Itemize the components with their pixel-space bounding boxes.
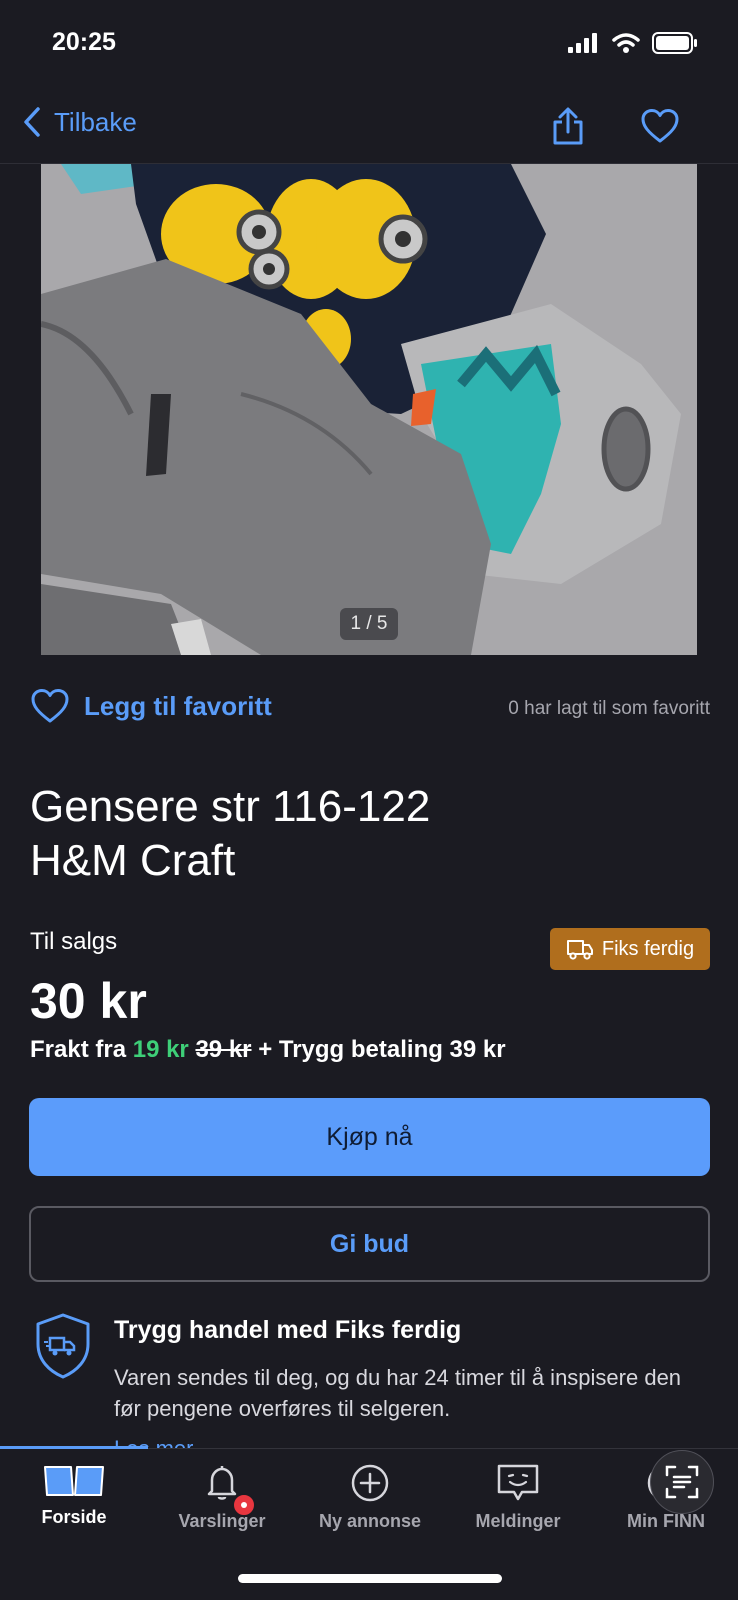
tab-varslinger[interactable]: Varslinger xyxy=(148,1463,296,1532)
add-favorite-button[interactable]: Legg til favoritt xyxy=(30,688,272,724)
make-bid-button[interactable]: Gi bud xyxy=(29,1206,710,1282)
add-favorite-label: Legg til favoritt xyxy=(84,690,272,721)
fiks-ferdig-badge: Fiks ferdig xyxy=(550,928,710,970)
shipping-price: 19 kr xyxy=(132,1036,189,1063)
safe-trade-shield-icon xyxy=(34,1312,92,1385)
buy-now-button[interactable]: Kjøp nå xyxy=(29,1098,710,1176)
fiks-ferdig-label: Fiks ferdig xyxy=(601,937,695,960)
status-bar: 20:25 xyxy=(0,0,738,90)
scan-button[interactable] xyxy=(650,1450,714,1514)
status-icons xyxy=(568,32,698,54)
shipping-suffix: + Trygg betaling 39 kr xyxy=(258,1036,506,1063)
listing-title-line2: H&M Craft xyxy=(30,836,236,885)
status-time: 20:25 xyxy=(52,28,116,56)
cellular-signal-icon xyxy=(568,33,597,53)
wifi-icon xyxy=(612,33,640,53)
nav-bar: Tilbake xyxy=(0,92,738,164)
tab-forside-label: Forside xyxy=(41,1507,107,1527)
share-icon xyxy=(553,107,583,145)
notification-badge xyxy=(232,1493,256,1517)
tab-min-finn-label: Min FINN xyxy=(627,1511,705,1531)
safe-trade-title: Trygg handel med Fiks ferdig xyxy=(114,1316,462,1344)
chat-icon xyxy=(497,1464,539,1501)
back-button[interactable]: Tilbake xyxy=(22,106,137,138)
tab-meldinger-label: Meldinger xyxy=(475,1511,561,1531)
listing-status: Til salgs xyxy=(30,928,118,955)
photo-counter: 1 / 5 xyxy=(340,608,398,640)
chevron-left-icon xyxy=(24,107,40,137)
tab-ny-annonse-label: Ny annonse xyxy=(318,1511,422,1531)
heart-outline-icon xyxy=(641,109,679,143)
share-button[interactable] xyxy=(550,106,586,151)
shipping-prefix: Frakt fra xyxy=(30,1036,127,1063)
listing-title-line1: Gensere str 116-122 xyxy=(30,782,431,831)
favorite-count: 0 har lagt til som favoritt xyxy=(508,698,710,719)
scroll-indicator xyxy=(0,1446,148,1449)
shipping-info: Frakt fra 19 kr 39 kr + Trygg betaling 3… xyxy=(30,1036,506,1064)
shipping-old-price: 39 kr xyxy=(195,1036,252,1063)
tab-forside[interactable]: Forside xyxy=(0,1463,148,1528)
price: 30 kr xyxy=(30,973,147,1029)
product-photo-illustration xyxy=(41,164,697,655)
delivery-truck-icon xyxy=(566,940,593,960)
product-photo[interactable] xyxy=(41,164,697,655)
back-label: Tilbake xyxy=(54,106,137,137)
plus-circle-icon xyxy=(351,1464,389,1502)
heart-outline-icon xyxy=(31,689,69,723)
tab-varslinger-label: Varslinger xyxy=(178,1511,266,1531)
battery-icon xyxy=(652,32,697,54)
listing-title: Gensere str 116-122 H&M Craft xyxy=(30,780,710,888)
scan-text-icon xyxy=(665,1465,699,1499)
safe-trade-description: Varen sendes til deg, og du har 24 timer… xyxy=(114,1365,682,1421)
tab-meldinger[interactable]: Meldinger xyxy=(444,1463,592,1532)
home-indicator xyxy=(238,1574,502,1583)
favorite-row: Legg til favoritt 0 har lagt til som fav… xyxy=(30,688,710,732)
tab-ny-annonse[interactable]: Ny annonse xyxy=(296,1463,444,1532)
home-book-icon xyxy=(44,1466,104,1496)
favorite-nav-button[interactable] xyxy=(640,108,680,149)
